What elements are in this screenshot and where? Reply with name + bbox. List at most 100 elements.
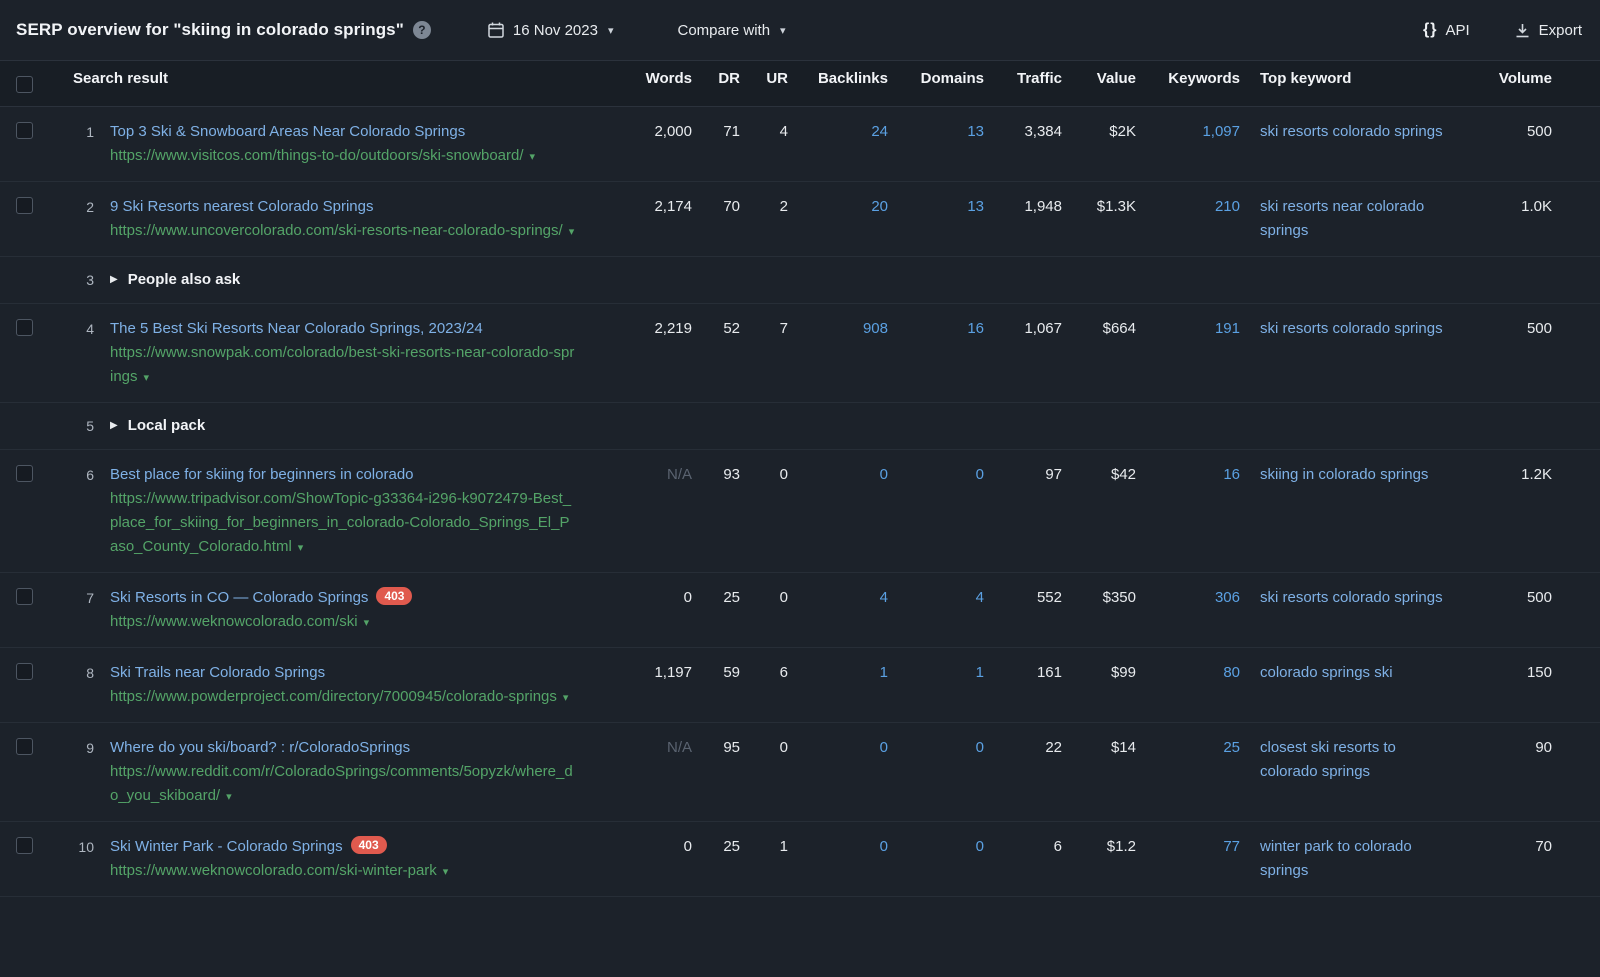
help-icon[interactable]: ? (413, 21, 431, 39)
result-title-link[interactable]: Ski Winter Park - Colorado Springs (110, 838, 343, 855)
top-keyword-link[interactable]: skiing in colorado springs (1260, 466, 1428, 483)
serp-feature-toggle[interactable]: ▶ People also ask (94, 268, 1552, 292)
row-checkbox[interactable] (16, 319, 33, 336)
result-url-link[interactable]: https://www.reddit.com/r/ColoradoSprings… (110, 763, 573, 804)
column-header-dr[interactable]: DR (692, 61, 740, 106)
keywords-link[interactable]: 191 (1215, 320, 1240, 337)
domains-link[interactable]: 0 (976, 466, 984, 483)
keywords-link[interactable]: 25 (1223, 739, 1240, 756)
domains-link[interactable]: 13 (967, 198, 984, 215)
column-header-volume[interactable]: Volume (1456, 61, 1552, 106)
keywords-link[interactable]: 1,097 (1202, 123, 1240, 140)
row-checkbox[interactable] (16, 837, 33, 854)
top-keyword-link[interactable]: ski resorts colorado springs (1260, 589, 1443, 606)
row-checkbox[interactable] (16, 663, 33, 680)
rank-number: 8 (56, 648, 94, 722)
select-all-checkbox[interactable] (16, 76, 33, 93)
backlinks-link[interactable]: 20 (871, 198, 888, 215)
row-checkbox[interactable] (16, 197, 33, 214)
result-title-link[interactable]: 9 Ski Resorts nearest Colorado Springs (110, 198, 373, 215)
top-keyword-link[interactable]: colorado springs ski (1260, 664, 1393, 681)
backlinks-link[interactable]: 1 (880, 664, 888, 681)
url-dropdown-caret[interactable]: ▾ (530, 151, 536, 163)
row-checkbox[interactable] (16, 738, 33, 755)
url-dropdown-caret[interactable]: ▾ (364, 617, 370, 629)
top-keyword-link[interactable]: ski resorts near colorado springs (1260, 198, 1424, 239)
domains-link[interactable]: 1 (976, 664, 984, 681)
result-title-link[interactable]: Ski Trails near Colorado Springs (110, 664, 325, 681)
url-dropdown-caret[interactable]: ▾ (226, 791, 232, 803)
backlinks-link[interactable]: 0 (880, 466, 888, 483)
result-title-link[interactable]: Ski Resorts in CO — Colorado Springs (110, 589, 368, 606)
top-keyword-link[interactable]: ski resorts colorado springs (1260, 320, 1443, 337)
column-header-search-result[interactable]: Search result (56, 61, 602, 106)
rank-number: 5 (56, 403, 94, 449)
keywords-link[interactable]: 210 (1215, 198, 1240, 215)
value-value: $42 (1062, 450, 1136, 572)
volume-value: 500 (1456, 304, 1552, 402)
domains-link[interactable]: 4 (976, 589, 984, 606)
expand-arrow-icon: ▶ (110, 268, 118, 292)
column-header-ur[interactable]: UR (740, 61, 788, 106)
keywords-link[interactable]: 77 (1223, 838, 1240, 855)
url-dropdown-caret[interactable]: ▾ (563, 692, 569, 704)
backlinks-link[interactable]: 0 (880, 838, 888, 855)
result-title-link[interactable]: The 5 Best Ski Resorts Near Colorado Spr… (110, 320, 483, 337)
backlinks-link[interactable]: 0 (880, 739, 888, 756)
column-header-value[interactable]: Value (1062, 61, 1136, 106)
result-url-link[interactable]: https://www.snowpak.com/colorado/best-sk… (110, 344, 574, 385)
column-header-backlinks[interactable]: Backlinks (788, 61, 888, 106)
column-header-words[interactable]: Words (602, 61, 692, 106)
url-dropdown-caret[interactable]: ▾ (569, 226, 575, 238)
domains-link[interactable]: 0 (976, 838, 984, 855)
column-header-domains[interactable]: Domains (888, 61, 984, 106)
keywords-link[interactable]: 306 (1215, 589, 1240, 606)
result-url-link[interactable]: https://www.tripadvisor.com/ShowTopic-g3… (110, 490, 571, 555)
compare-with-dropdown[interactable]: Compare with ▾ (678, 22, 786, 39)
top-keyword-link[interactable]: winter park to colorado springs (1260, 838, 1412, 879)
result-title-link[interactable]: Best place for skiing for beginners in c… (110, 466, 414, 483)
rank-number: 1 (56, 107, 94, 181)
api-button[interactable]: {} API (1423, 21, 1470, 39)
column-header-keywords[interactable]: Keywords (1136, 61, 1240, 106)
row-checkbox[interactable] (16, 465, 33, 482)
ur-value: 7 (740, 304, 788, 402)
traffic-value: 1,948 (984, 182, 1062, 256)
column-header-traffic[interactable]: Traffic (984, 61, 1062, 106)
search-result-cell: Best place for skiing for beginners in c… (94, 450, 602, 572)
backlinks-link[interactable]: 24 (871, 123, 888, 140)
traffic-value: 22 (984, 723, 1062, 821)
value-value: $664 (1062, 304, 1136, 402)
result-url-link[interactable]: https://www.uncovercolorado.com/ski-reso… (110, 222, 574, 239)
backlinks-link[interactable]: 908 (863, 320, 888, 337)
search-result-cell: Where do you ski/board? : r/ColoradoSpri… (94, 723, 602, 821)
domains-link[interactable]: 16 (967, 320, 984, 337)
volume-value: 500 (1456, 107, 1552, 181)
keywords-link[interactable]: 80 (1223, 664, 1240, 681)
url-dropdown-caret[interactable]: ▾ (144, 372, 150, 384)
keywords-link[interactable]: 16 (1223, 466, 1240, 483)
result-url-link[interactable]: https://www.weknowcolorado.com/ski▾ (110, 613, 369, 630)
row-checkbox[interactable] (16, 122, 33, 139)
url-dropdown-caret[interactable]: ▾ (298, 542, 304, 554)
checkbox-cell (16, 648, 56, 722)
table-row: 1 Top 3 Ski & Snowboard Areas Near Color… (0, 107, 1600, 182)
serp-feature-toggle[interactable]: ▶ Local pack (94, 414, 1552, 438)
result-url-link[interactable]: https://www.visitcos.com/things-to-do/ou… (110, 147, 535, 164)
search-result-cell: The 5 Best Ski Resorts Near Colorado Spr… (94, 304, 602, 402)
domains-link[interactable]: 13 (967, 123, 984, 140)
date-picker[interactable]: 16 Nov 2023 ▾ (487, 21, 614, 39)
dr-value: 25 (692, 573, 740, 647)
top-keyword-link[interactable]: closest ski resorts to colorado springs (1260, 739, 1396, 780)
backlinks-link[interactable]: 4 (880, 589, 888, 606)
result-url-link[interactable]: https://www.powderproject.com/directory/… (110, 688, 568, 705)
url-dropdown-caret[interactable]: ▾ (443, 866, 449, 878)
result-url-link[interactable]: https://www.weknowcolorado.com/ski-winte… (110, 862, 448, 879)
top-keyword-link[interactable]: ski resorts colorado springs (1260, 123, 1443, 140)
result-title-link[interactable]: Top 3 Ski & Snowboard Areas Near Colorad… (110, 123, 465, 140)
column-header-top-keyword[interactable]: Top keyword (1240, 61, 1456, 106)
row-checkbox[interactable] (16, 588, 33, 605)
result-title-link[interactable]: Where do you ski/board? : r/ColoradoSpri… (110, 739, 410, 756)
export-button[interactable]: Export (1514, 22, 1582, 39)
domains-link[interactable]: 0 (976, 739, 984, 756)
